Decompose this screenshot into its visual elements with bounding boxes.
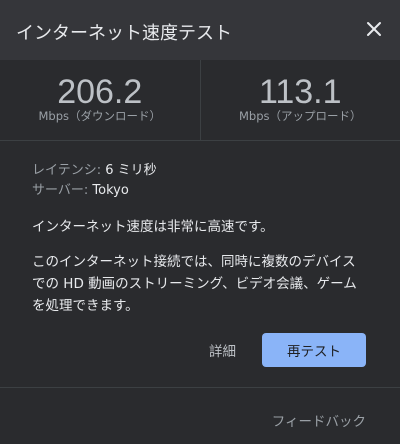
retest-button[interactable]: 再テスト	[262, 333, 366, 367]
dialog-actions: 詳細 再テスト	[209, 333, 366, 367]
speed-description: このインターネット接続では、同時に複数のデバイス での HD 動画のストリーミン…	[32, 251, 372, 317]
close-icon	[367, 22, 381, 36]
server-value: Tokyo	[92, 183, 129, 198]
speed-summary: インターネット速度は非常に高速です。	[32, 219, 274, 235]
download-speed-unit: Mbps（ダウンロード）	[38, 109, 161, 123]
download-speed-value: 206.2	[57, 73, 143, 111]
speed-results: 206.2 Mbps（ダウンロード） 113.1 Mbps（アップロード）	[0, 60, 400, 141]
upload-speed-value: 113.1	[258, 73, 342, 111]
dialog-header: インターネット速度テスト	[0, 0, 400, 60]
upload-result: 113.1 Mbps（アップロード）	[199, 60, 400, 140]
upload-speed-unit: Mbps（アップロード）	[238, 109, 362, 123]
latency-label: レイテンシ:	[32, 163, 106, 178]
details-button[interactable]: 詳細	[209, 340, 236, 360]
result-details: レイテンシ: 6 ミリ秒 サーバー: Tokyo インターネット速度は非常に高速…	[0, 141, 400, 317]
description-line: このインターネット接続では、同時に複数のデバイス	[32, 254, 356, 270]
dialog-title: インターネット速度テスト	[16, 23, 232, 44]
close-button[interactable]	[364, 19, 384, 39]
speed-test-dialog: インターネット速度テスト 206.2 Mbps（ダウンロード） 113.1 Mb…	[0, 0, 400, 444]
server-row: サーバー: Tokyo	[32, 181, 368, 201]
feedback-link[interactable]: フィードバック	[272, 410, 366, 430]
download-result: 206.2 Mbps（ダウンロード）	[0, 60, 200, 140]
latency-row: レイテンシ: 6 ミリ秒	[32, 161, 368, 181]
description-line: での HD 動画のストリーミング、ビデオ会議、ゲーム	[32, 276, 357, 292]
description-line: を処理できます。	[32, 298, 139, 314]
latency-value: 6 ミリ秒	[105, 163, 157, 178]
dialog-footer: フィードバック	[0, 387, 400, 444]
server-label: サーバー:	[32, 183, 93, 198]
